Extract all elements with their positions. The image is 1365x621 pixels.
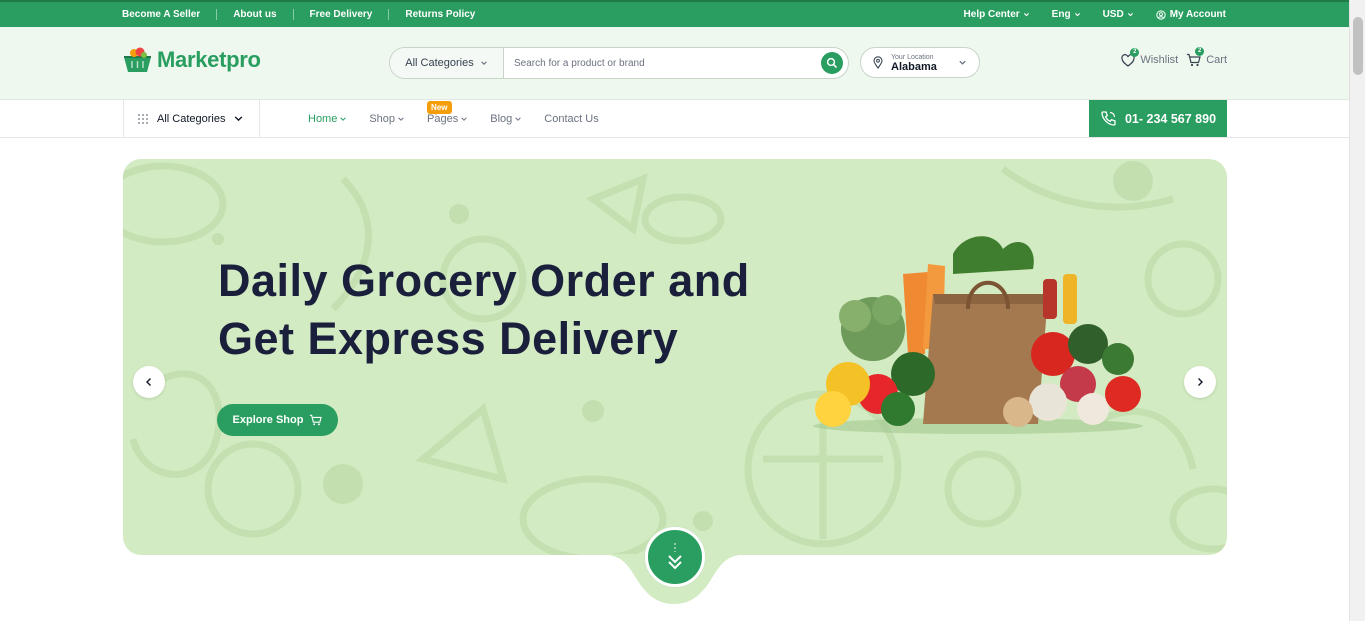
nav-item-label: Home [308, 112, 338, 125]
nav-item-pages[interactable]: New Pages [427, 100, 468, 125]
nav-item-home[interactable]: Home [308, 113, 347, 125]
slider-next-button[interactable] [1184, 366, 1216, 398]
cart-icon [310, 414, 323, 426]
wishlist-count: 2 [1130, 47, 1140, 57]
search-bar: All Categories [389, 47, 849, 79]
become-seller-link[interactable]: Become A Seller [122, 9, 216, 20]
search-category-label: All Categories [405, 57, 474, 69]
wishlist-label: Wishlist [1140, 54, 1179, 66]
about-us-link[interactable]: About us [216, 9, 292, 20]
search-category-select[interactable]: All Categories [390, 48, 504, 78]
chevron-right-icon [1198, 378, 1203, 386]
nav-item-label: Shop [369, 112, 396, 125]
nav-item-label: Contact Us [544, 112, 599, 125]
language-label: Eng [1051, 9, 1071, 20]
chevron-down-icon [1023, 13, 1029, 17]
my-account-label: My Account [1169, 9, 1226, 20]
scroll-down-button[interactable] [645, 527, 705, 587]
returns-policy-link[interactable]: Returns Policy [388, 9, 491, 20]
page-scrollbar[interactable] [1349, 0, 1365, 621]
hero-title-line-1: Daily Grocery Order and [218, 255, 750, 306]
location-value: Alabama [891, 61, 937, 73]
chevron-down-icon [1127, 13, 1133, 17]
main-header: Marketpro All Categories Your Location A… [0, 27, 1349, 100]
chevron-down-icon [959, 60, 966, 65]
search-button[interactable] [821, 52, 843, 74]
explore-shop-button[interactable]: Explore Shop [217, 404, 338, 436]
map-pin-icon [873, 56, 883, 69]
search-icon [826, 57, 838, 69]
nav-item-label: Blog [490, 112, 513, 125]
all-categories-label: All Categories [157, 112, 226, 125]
header-actions: 2 Wishlist 2 Cart [1121, 47, 1227, 67]
location-selector[interactable]: Your Location Alabama [860, 47, 980, 78]
help-center-dropdown[interactable]: Help Center [964, 9, 1030, 20]
chevron-left-icon [146, 378, 151, 386]
logo[interactable]: Marketpro [122, 46, 261, 74]
double-chevron-down-icon [668, 543, 682, 570]
slider-prev-button[interactable] [133, 366, 165, 398]
chevron-down-icon [340, 116, 347, 121]
currency-label: USD [1102, 9, 1124, 20]
new-badge: New [427, 100, 452, 115]
hero-title: Daily Grocery Order and Get Express Deli… [218, 252, 750, 368]
user-icon [1156, 9, 1166, 20]
chevron-down-icon [235, 116, 243, 122]
hero-title-line-2: Get Express Delivery [218, 313, 679, 364]
hero-banner: Daily Grocery Order and Get Express Deli… [123, 159, 1227, 555]
nav-item-shop[interactable]: Shop [369, 113, 405, 125]
basket-logo-icon [124, 47, 151, 72]
grid-dots-icon [138, 113, 148, 124]
location-text: Your Location Alabama [891, 53, 937, 73]
top-bar-right: Help Center Eng USD My Account [964, 2, 1226, 27]
cart-count: 2 [1195, 47, 1205, 56]
grocery-bag-image [813, 236, 1143, 434]
my-account-link[interactable]: My Account [1156, 9, 1226, 20]
nav-item-label: Pages [427, 112, 459, 125]
main-nav: All Categories Home Shop New Pages Blog … [0, 100, 1349, 138]
explore-shop-label: Explore Shop [232, 414, 304, 426]
nav-item-blog[interactable]: Blog [490, 113, 522, 125]
scrollbar-thumb[interactable] [1353, 17, 1363, 75]
chevron-down-icon [461, 116, 468, 121]
cart-label: Cart [1206, 54, 1227, 66]
chevron-down-icon [1074, 13, 1080, 17]
nav-item-contact[interactable]: Contact Us [544, 113, 598, 125]
wishlist-button[interactable]: 2 Wishlist [1121, 47, 1179, 67]
nav-menu: Home Shop New Pages Blog Contact Us [308, 100, 599, 137]
phone-button[interactable]: 01- 234 567 890 [1089, 100, 1227, 137]
phone-icon [1101, 111, 1116, 126]
chevron-down-icon [515, 116, 522, 121]
language-dropdown[interactable]: Eng [1052, 9, 1081, 20]
help-center-label: Help Center [963, 9, 1020, 20]
free-delivery-link[interactable]: Free Delivery [292, 9, 389, 20]
all-categories-button[interactable]: All Categories [123, 100, 260, 137]
chevron-down-icon [398, 116, 404, 121]
currency-dropdown[interactable]: USD [1103, 9, 1134, 20]
chevron-down-icon [480, 61, 487, 65]
search-input[interactable] [504, 48, 821, 78]
top-bar-links: Become A Seller About us Free Delivery R… [122, 2, 491, 27]
phone-number: 01- 234 567 890 [1124, 111, 1217, 126]
logo-text: Marketpro [157, 47, 261, 72]
cart-button[interactable]: 2 Cart [1186, 47, 1227, 67]
top-bar: Become A Seller About us Free Delivery R… [0, 0, 1349, 27]
